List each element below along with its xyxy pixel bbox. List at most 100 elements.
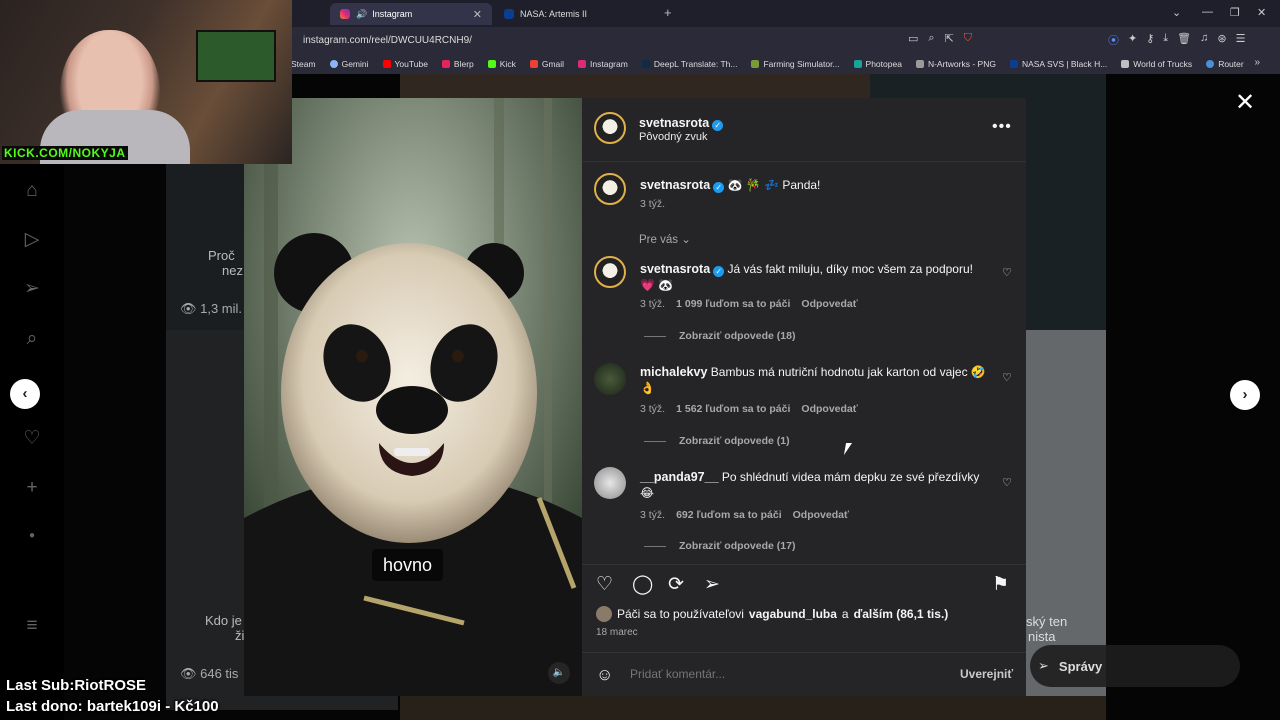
messages-button[interactable]: ➢ Správy	[1030, 645, 1240, 687]
bookmark-kick[interactable]: Kick	[487, 59, 516, 69]
post-comment-button[interactable]: Uverejniť	[960, 667, 1013, 681]
tab-label: NASA: Artemis II	[520, 9, 588, 19]
comment-like-icon[interactable]: ♡	[1002, 266, 1012, 279]
nasa-icon	[1009, 59, 1018, 68]
speaker-icon[interactable]: 🔊	[356, 9, 367, 20]
bg-reel-views: 👁 646 tis	[180, 666, 239, 681]
photopea-icon	[853, 59, 862, 68]
comment-avatar[interactable]	[594, 256, 626, 288]
caption-text: 🐼 🎋 💤 Panda!	[727, 178, 821, 192]
nasa-favicon-icon	[504, 9, 514, 19]
post-panel: svetnasrota ✓ Pôvodný zvuk ••• svetnasrot…	[582, 98, 1026, 696]
download-icon[interactable]: ⤓	[1163, 32, 1168, 48]
comment-username[interactable]: michalekvy	[640, 365, 707, 379]
gemini-icon	[329, 59, 338, 68]
comment-input[interactable]	[630, 667, 930, 681]
verified-badge-icon: ✓	[713, 266, 725, 277]
bookmark-icon[interactable]: ⚑	[992, 573, 1009, 596]
tab-instagram[interactable]: 🔊 Instagram ✕	[330, 3, 492, 25]
bookmark-nartworks[interactable]: N-Artworks - PNG	[915, 59, 996, 69]
comment-2: michalekvy Bambus má nutriční hodnotu ja…	[640, 364, 986, 396]
post-header: svetnasrota ✓ Pôvodný zvuk •••	[582, 98, 1026, 162]
bookmark-photopea[interactable]: Photopea	[853, 59, 902, 69]
share-icon[interactable]: ⇱	[945, 32, 954, 45]
tab-nasa[interactable]: NASA: Artemis II	[494, 3, 684, 25]
liker-avatar	[596, 606, 612, 622]
speech-icon[interactable]: ⦿	[1108, 32, 1119, 48]
brave-shield-icon[interactable]: ⛉	[964, 32, 972, 45]
zoom-icon[interactable]: ⌕	[928, 32, 934, 45]
previous-post-button[interactable]: ‹	[10, 379, 40, 409]
bg-reel-title: ský ten nista	[1026, 614, 1068, 644]
comment-avatar[interactable]	[594, 467, 626, 499]
liker-username[interactable]: vagabund_luba	[749, 607, 837, 621]
bookmark-deepl[interactable]: DeepL Translate: Th...	[641, 59, 737, 69]
comment-like-icon[interactable]: ♡	[1002, 476, 1012, 489]
bookmark-farming[interactable]: Farming Simulator...	[751, 59, 840, 69]
like-icon[interactable]: ♡	[596, 573, 613, 596]
close-modal-icon[interactable]: ✕	[1235, 88, 1255, 117]
panda-video-frame	[244, 98, 582, 696]
maximize-icon[interactable]: ❐	[1230, 6, 1240, 19]
new-tab-icon[interactable]: +	[664, 5, 672, 20]
sort-dropdown[interactable]: Pre vás ⌄	[639, 232, 691, 246]
key-icon[interactable]: ⚷	[1146, 32, 1154, 48]
comment-icon[interactable]: ◯	[632, 573, 653, 596]
comment-like-icon[interactable]: ♡	[1002, 371, 1012, 384]
chevron-down-icon[interactable]: ⌄	[1172, 6, 1181, 19]
minimize-icon[interactable]: —	[1202, 6, 1213, 18]
comment-username[interactable]: svetnasrota	[640, 262, 710, 276]
add-comment-bar: ☺ Uverejniť	[582, 652, 1026, 696]
caption-avatar[interactable]	[594, 173, 626, 205]
close-tab-icon[interactable]: ✕	[473, 8, 482, 21]
url-field[interactable]: instagram.com/reel/DWCUU4RCNH9/	[300, 30, 1000, 50]
comment-likes[interactable]: 692 ľuďom sa to páči	[676, 509, 782, 521]
comment-avatar[interactable]	[594, 363, 626, 395]
farming-icon	[751, 59, 760, 68]
extensions-icon[interactable]: ✦	[1128, 32, 1137, 48]
close-window-icon[interactable]: ✕	[1257, 6, 1266, 19]
bookmark-youtube[interactable]: YouTube	[382, 59, 428, 69]
bookmark-steam[interactable]: Steam	[291, 59, 316, 69]
view-replies-button[interactable]: Zobraziť odpovede (17)	[644, 540, 795, 552]
bookmark-world-of-trucks[interactable]: World of Trucks	[1121, 59, 1192, 69]
author-username[interactable]: svetnasrota	[639, 116, 709, 130]
trash-icon[interactable]: 🗑	[1177, 32, 1191, 48]
comment-likes[interactable]: 1 099 ľuďom sa to páči	[676, 298, 790, 310]
cast-icon[interactable]: ▭	[908, 32, 918, 45]
repost-icon[interactable]: ⟳	[668, 573, 684, 596]
last-sub-label: Last Sub:RiotROSE	[6, 677, 147, 694]
caption-username[interactable]: svetnasrota	[640, 178, 710, 192]
reply-button[interactable]: Odpovedať	[793, 509, 849, 521]
gmail-icon	[529, 59, 538, 68]
emoji-icon[interactable]: ☺	[596, 665, 613, 685]
reply-button[interactable]: Odpovedať	[801, 403, 857, 415]
bookmark-blerp[interactable]: Blerp	[441, 59, 474, 69]
music-icon[interactable]: ♫	[1200, 32, 1208, 48]
bookmark-router[interactable]: Router	[1206, 59, 1244, 69]
bookmark-gemini[interactable]: Gemini	[329, 59, 369, 69]
author-avatar[interactable]	[594, 112, 626, 144]
audio-label[interactable]: Pôvodný zvuk	[639, 131, 707, 143]
likes-count[interactable]: ďalším (86,1 tis.)	[854, 607, 949, 621]
bookmark-instagram[interactable]: Instagram	[578, 59, 628, 69]
view-replies-button[interactable]: Zobraziť odpovede (18)	[644, 330, 795, 342]
bookmark-gmail[interactable]: Gmail	[529, 59, 564, 69]
more-options-icon[interactable]: •••	[992, 118, 1012, 136]
comment-1: svetnasrota ✓ Já vás fakt miluju, díky mo…	[640, 261, 986, 293]
comment-likes[interactable]: 1 562 ľuďom sa to páči	[676, 403, 790, 415]
bookmarks-overflow-icon[interactable]: »	[1254, 57, 1260, 68]
menu-icon[interactable]: ☰	[1236, 32, 1246, 48]
instagram-icon	[578, 59, 587, 68]
bookmark-nasa[interactable]: NASA SVS | Black H...	[1009, 59, 1107, 69]
view-replies-button[interactable]: Zobraziť odpovede (1)	[644, 435, 790, 447]
reel-video[interactable]	[244, 98, 582, 696]
comment-username[interactable]: __panda97__	[640, 470, 719, 484]
mute-button[interactable]: 🔈	[548, 662, 570, 684]
share-icon[interactable]: ➢	[704, 573, 720, 596]
reply-button[interactable]: Odpovedať	[801, 298, 857, 310]
vpn-icon[interactable]: ⊛	[1217, 32, 1226, 48]
next-post-button[interactable]: ›	[1230, 380, 1260, 410]
verified-badge-icon: ✓	[712, 120, 724, 131]
likes-summary[interactable]: Páči sa to používateľovi vagabund_luba a…	[596, 606, 948, 622]
